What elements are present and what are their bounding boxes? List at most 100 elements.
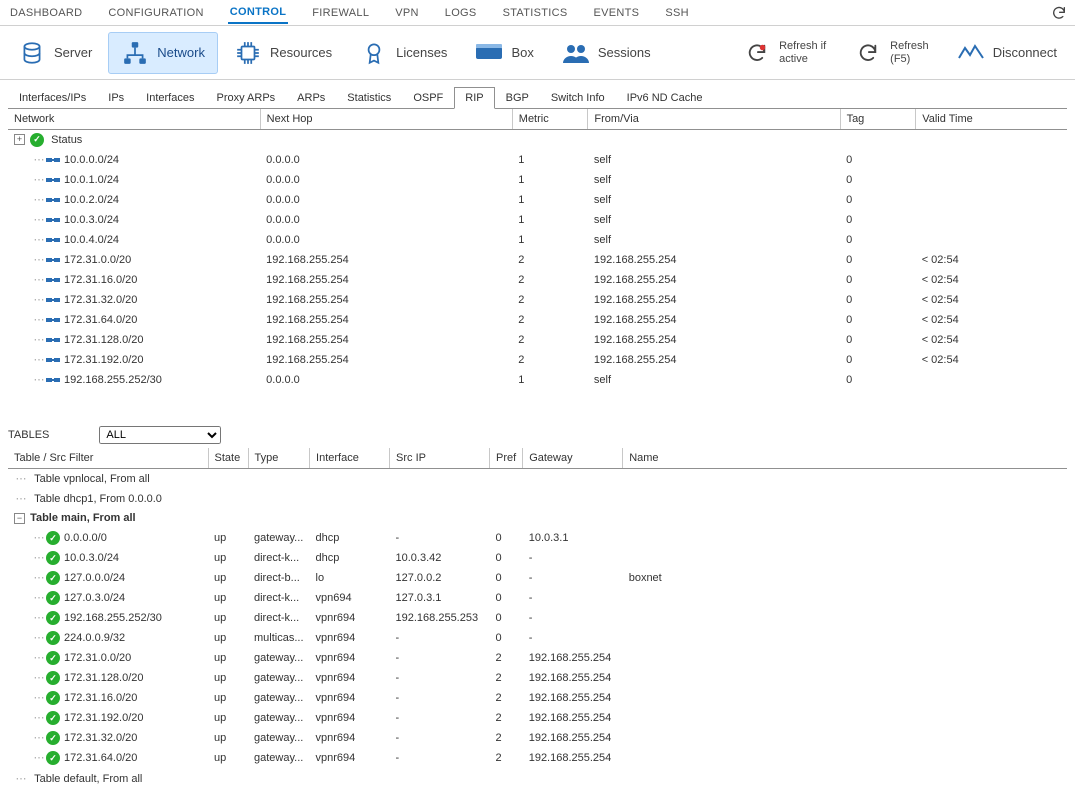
table-row[interactable]: ⋯172.31.16.0/20192.168.255.2542192.168.2… [8, 270, 1067, 290]
nav-tab-events[interactable]: EVENTS [592, 3, 642, 23]
table-row[interactable]: ⋯0.0.0.0/0upgateway...dhcp-010.0.3.1 [8, 528, 1067, 548]
cell-gateway: 192.168.255.254 [523, 688, 623, 708]
col-pref[interactable]: Pref [490, 448, 523, 469]
toolbar: Server Network Resources Licenses [0, 26, 1075, 80]
subtab-switch-info[interactable]: Switch Info [540, 87, 616, 108]
collapse-icon[interactable]: − [14, 513, 25, 524]
group-dhcp1[interactable]: ⋯ Table dhcp1, From 0.0.0.0 [8, 488, 1067, 508]
col-name[interactable]: Name [623, 448, 1067, 469]
cell-metric: 2 [512, 350, 588, 370]
col-network[interactable]: Network [8, 109, 260, 130]
table-row[interactable]: ⋯172.31.16.0/20upgateway...vpnr694-2192.… [8, 688, 1067, 708]
cell-metric: 1 [512, 190, 588, 210]
subtab-ospf[interactable]: OSPF [402, 87, 454, 108]
cell-network: 224.0.0.9/32 [64, 632, 125, 644]
nav-tab-vpn[interactable]: VPN [393, 3, 421, 23]
subtab-proxy-arps[interactable]: Proxy ARPs [205, 87, 286, 108]
licenses-button[interactable]: Licenses [348, 33, 459, 73]
server-button[interactable]: Server [6, 33, 104, 73]
cell-next-hop: 0.0.0.0 [260, 210, 512, 230]
nav-tab-logs[interactable]: LOGS [443, 3, 479, 23]
refresh-l1: Refresh [890, 40, 929, 52]
cell-interface: vpn694 [310, 588, 390, 608]
col-type[interactable]: Type [248, 448, 310, 469]
table-row[interactable]: ⋯192.168.255.252/30updirect-k...vpnr6941… [8, 608, 1067, 628]
col-tag[interactable]: Tag [840, 109, 916, 130]
table-row[interactable]: ⋯127.0.3.0/24updirect-k...vpn694127.0.3.… [8, 588, 1067, 608]
table-row[interactable]: ⋯127.0.0.0/24updirect-b...lo127.0.0.20-b… [8, 568, 1067, 588]
col-valid-time[interactable]: Valid Time [916, 109, 1067, 130]
group-main[interactable]: − Table main, From all [8, 508, 1067, 528]
col-table-src[interactable]: Table / Src Filter [8, 448, 208, 469]
table-row[interactable]: ⋯172.31.64.0/20upgateway...vpnr694-2192.… [8, 748, 1067, 768]
reload-icon[interactable] [1051, 5, 1067, 21]
expand-icon[interactable]: + [14, 134, 25, 145]
table-row[interactable]: ⋯172.31.128.0/20192.168.255.2542192.168.… [8, 330, 1067, 350]
rip-status-row[interactable]: + Status [8, 130, 1067, 150]
table-row[interactable]: ⋯192.168.255.252/300.0.0.01self0 [8, 370, 1067, 390]
table-row[interactable]: ⋯172.31.0.0/20192.168.255.2542192.168.25… [8, 250, 1067, 270]
cell-from-via: 192.168.255.254 [588, 290, 840, 310]
nav-tab-firewall[interactable]: FIREWALL [310, 3, 371, 23]
refresh-if-active-icon [743, 39, 771, 67]
subtab-rip[interactable]: RIP [454, 87, 494, 109]
table-row[interactable]: ⋯10.0.3.0/24updirect-k...dhcp10.0.3.420- [8, 548, 1067, 568]
subtab-ipv6-nd-cache[interactable]: IPv6 ND Cache [616, 87, 714, 108]
cell-type: gateway... [248, 688, 310, 708]
tables-select[interactable]: ALL [99, 426, 221, 444]
col-state[interactable]: State [208, 448, 248, 469]
table-row[interactable]: ⋯224.0.0.9/32upmulticas...vpnr694-0- [8, 628, 1067, 648]
table-row[interactable]: ⋯172.31.192.0/20upgateway...vpnr694-2192… [8, 708, 1067, 728]
subtab-interfaces-ips[interactable]: Interfaces/IPs [8, 87, 97, 108]
cell-tag: 0 [840, 210, 916, 230]
table-row[interactable]: ⋯172.31.128.0/20upgateway...vpnr694-2192… [8, 668, 1067, 688]
cell-network: 172.31.0.0/20 [64, 652, 131, 664]
disconnect-button[interactable]: Disconnect [945, 33, 1069, 73]
sessions-button[interactable]: Sessions [550, 33, 663, 73]
col-interface[interactable]: Interface [310, 448, 390, 469]
col-src-ip[interactable]: Src IP [390, 448, 490, 469]
table-row[interactable]: ⋯172.31.0.0/20upgateway...vpnr694-2192.1… [8, 648, 1067, 668]
cell-src-ip: 127.0.3.1 [390, 588, 490, 608]
table-row[interactable]: ⋯172.31.64.0/20192.168.255.2542192.168.2… [8, 310, 1067, 330]
refresh-icon [854, 39, 882, 67]
table-row[interactable]: ⋯172.31.32.0/20192.168.255.2542192.168.2… [8, 290, 1067, 310]
table-row[interactable]: ⋯10.0.2.0/240.0.0.01self0 [8, 190, 1067, 210]
refresh-button[interactable]: Refresh (F5) [842, 33, 941, 73]
col-next-hop[interactable]: Next Hop [260, 109, 512, 130]
cell-pref: 2 [490, 748, 523, 768]
nav-tab-statistics[interactable]: STATISTICS [501, 3, 570, 23]
refresh-if-active-button[interactable]: Refresh if active [731, 33, 838, 73]
nav-tab-control[interactable]: CONTROL [228, 2, 288, 24]
subtab-arps[interactable]: ARPs [286, 87, 336, 108]
table-row[interactable]: ⋯10.0.4.0/240.0.0.01self0 [8, 230, 1067, 250]
table-row[interactable]: ⋯10.0.0.0/240.0.0.01self0 [8, 150, 1067, 170]
refresh-if-active-l2: active [779, 53, 826, 65]
resources-label: Resources [270, 45, 332, 60]
network-button[interactable]: Network [108, 32, 218, 74]
subtab-bgp[interactable]: BGP [495, 87, 540, 108]
cell-state: up [208, 528, 248, 548]
licenses-icon [360, 39, 388, 67]
cell-valid-time: < 02:54 [916, 330, 1067, 350]
resources-button[interactable]: Resources [222, 33, 344, 73]
table-row[interactable]: ⋯10.0.1.0/240.0.0.01self0 [8, 170, 1067, 190]
box-button[interactable]: Box [463, 33, 545, 73]
subtab-statistics[interactable]: Statistics [336, 87, 402, 108]
subtab-interfaces[interactable]: Interfaces [135, 87, 205, 108]
table-row[interactable]: ⋯172.31.32.0/20upgateway...vpnr694-2192.… [8, 728, 1067, 748]
col-metric[interactable]: Metric [512, 109, 588, 130]
table-row[interactable]: ⋯10.0.3.0/240.0.0.01self0 [8, 210, 1067, 230]
col-gateway[interactable]: Gateway [523, 448, 623, 469]
cell-name [623, 548, 1067, 568]
group-vpnlocal[interactable]: ⋯ Table vpnlocal, From all [8, 468, 1067, 488]
group-default[interactable]: ⋯ Table default, From all [8, 768, 1067, 788]
sessions-label: Sessions [598, 45, 651, 60]
subtab-ips[interactable]: IPs [97, 87, 135, 108]
nav-tab-dashboard[interactable]: DASHBOARD [8, 3, 84, 23]
nav-tab-ssh[interactable]: SSH [663, 3, 691, 23]
nav-tab-configuration[interactable]: CONFIGURATION [106, 3, 205, 23]
cell-interface: vpnr694 [310, 648, 390, 668]
col-from-via[interactable]: From/Via [588, 109, 840, 130]
table-row[interactable]: ⋯172.31.192.0/20192.168.255.2542192.168.… [8, 350, 1067, 370]
